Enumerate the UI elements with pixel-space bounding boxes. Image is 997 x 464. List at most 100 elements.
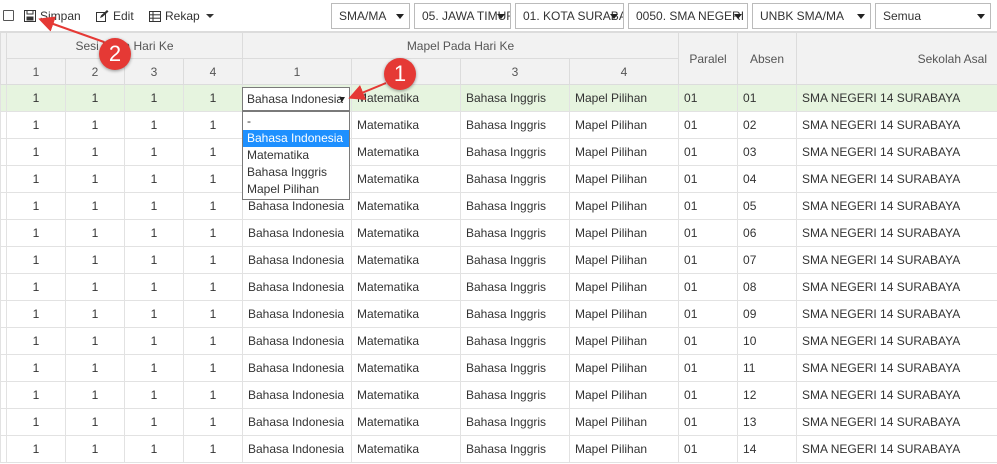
absen-cell[interactable]: 03 <box>737 138 798 166</box>
sesi-cell[interactable]: 1 <box>124 165 184 193</box>
mapel-cell[interactable]: Matematika <box>351 381 461 409</box>
absen-cell[interactable]: 06 <box>737 219 798 247</box>
mapel-cell[interactable]: Bahasa Inggris <box>460 192 570 220</box>
absen-cell[interactable]: 11 <box>737 354 798 382</box>
mapel-cell[interactable]: Bahasa Indonesia <box>242 381 352 409</box>
sesi-cell[interactable]: 1 <box>124 300 184 328</box>
table-row[interactable]: 1111Bahasa IndonesiaMatematikaBahasa Ing… <box>0 138 997 166</box>
mapel-cell[interactable]: Bahasa Inggris <box>460 165 570 193</box>
mapel-cell[interactable]: Bahasa Indonesia <box>242 246 352 274</box>
sesi-cell[interactable]: 1 <box>6 165 66 193</box>
sesi-cell[interactable]: 1 <box>6 327 66 355</box>
mapel-cell[interactable]: Matematika <box>351 138 461 166</box>
sesi-cell[interactable]: 1 <box>124 354 184 382</box>
sesi-cell[interactable]: 1 <box>65 165 125 193</box>
sesi-cell[interactable]: 1 <box>6 192 66 220</box>
mapel-cell[interactable]: Mapel Pilihan <box>568 354 680 382</box>
mapel-cell[interactable]: Bahasa Inggris <box>460 84 570 112</box>
paralel-cell[interactable]: 01 <box>678 354 739 382</box>
paralel-cell[interactable]: 01 <box>678 300 739 328</box>
absen-header[interactable]: Absen <box>737 32 798 85</box>
sesi-cell[interactable]: 1 <box>183 327 243 355</box>
mapel-cell[interactable]: Mapel Pilihan <box>568 435 680 463</box>
sesi-cell[interactable]: 1 <box>6 111 66 139</box>
sesi-cell[interactable]: 1 <box>183 192 243 220</box>
sesi-cell[interactable]: 1 <box>124 381 184 409</box>
mapel-cell[interactable]: Mapel Pilihan <box>568 84 680 112</box>
sesi-cell[interactable]: 1 <box>124 435 184 463</box>
mapel-cell[interactable]: Mapel Pilihan <box>568 300 680 328</box>
sekolah-cell[interactable]: SMA NEGERI 14 SURABAYA <box>796 111 997 139</box>
table-row[interactable]: 1111Bahasa IndonesiaMatematikaBahasa Ing… <box>0 381 997 409</box>
sesi-cell[interactable]: 1 <box>124 408 184 436</box>
sekolah-cell[interactable]: SMA NEGERI 14 SURABAYA <box>796 327 997 355</box>
table-row[interactable]: 1111Bahasa IndonesiaMatematikaBahasa Ing… <box>0 408 997 436</box>
sesi-cell[interactable]: 1 <box>65 192 125 220</box>
paralel-cell[interactable]: 01 <box>678 327 739 355</box>
paralel-cell[interactable]: 01 <box>678 165 739 193</box>
mapel-cell[interactable]: Matematika <box>351 327 461 355</box>
sesi-cell[interactable]: 1 <box>124 327 184 355</box>
table-row[interactable]: 1111Bahasa IndonesiaMatematikaBahasa Ing… <box>0 327 997 355</box>
mapel-cell[interactable]: Mapel Pilihan <box>568 111 680 139</box>
mapel-cell[interactable]: Matematika <box>351 435 461 463</box>
mapel-cell[interactable]: Bahasa Inggris <box>460 435 570 463</box>
mapel-cell[interactable]: Mapel Pilihan <box>568 381 680 409</box>
filter-sekolah-select[interactable]: 0050. SMA NEGERI 14 SURABAYA <box>628 3 748 29</box>
sekolah-cell[interactable]: SMA NEGERI 14 SURABAYA <box>796 354 997 382</box>
sesi-cell[interactable]: 1 <box>183 111 243 139</box>
mapel-option[interactable]: Bahasa Indonesia <box>243 130 349 147</box>
mapel-option[interactable]: Mapel Pilihan <box>243 181 349 198</box>
sekolah-cell[interactable]: SMA NEGERI 14 SURABAYA <box>796 84 997 112</box>
mapel-option[interactable]: Bahasa Inggris <box>243 164 349 181</box>
absen-cell[interactable]: 07 <box>737 246 798 274</box>
table-row[interactable]: 1111Bahasa IndonesiaMatematikaBahasa Ing… <box>0 435 997 463</box>
absen-cell[interactable]: 01 <box>737 84 798 112</box>
sekolah-cell[interactable]: SMA NEGERI 14 SURABAYA <box>796 165 997 193</box>
sesi-cell[interactable]: 1 <box>183 84 243 112</box>
save-button[interactable]: Simpan <box>24 8 81 24</box>
mapel-cell[interactable]: Bahasa Inggris <box>460 408 570 436</box>
filter-status-select[interactable]: Semua <box>875 3 991 29</box>
mapel-cell[interactable]: Mapel Pilihan <box>568 408 680 436</box>
mapel-cell[interactable]: Bahasa Indonesia <box>242 219 352 247</box>
mapel-cell[interactable]: Bahasa Indonesia <box>242 327 352 355</box>
paralel-header[interactable]: Paralel <box>678 32 739 85</box>
sesi-cell[interactable]: 1 <box>124 246 184 274</box>
sesi-cell[interactable]: 1 <box>183 435 243 463</box>
paralel-cell[interactable]: 01 <box>678 219 739 247</box>
sesi-cell[interactable]: 1 <box>65 273 125 301</box>
sesi-cell[interactable]: 1 <box>65 408 125 436</box>
paralel-cell[interactable]: 01 <box>678 381 739 409</box>
table-row[interactable]: 1111Bahasa IndonesiaMatematikaBahasa Ing… <box>0 111 997 139</box>
paralel-cell[interactable]: 01 <box>678 84 739 112</box>
paralel-cell[interactable]: 01 <box>678 111 739 139</box>
mapel-cell[interactable]: Bahasa Indonesia <box>242 273 352 301</box>
filter-ujian-select[interactable]: UNBK SMA/MA <box>752 3 871 29</box>
mapel-cell[interactable]: Bahasa Inggris <box>460 219 570 247</box>
sekolah-cell[interactable]: SMA NEGERI 14 SURABAYA <box>796 273 997 301</box>
sesi-cell[interactable]: 1 <box>65 327 125 355</box>
mapel-cell[interactable]: Matematika <box>351 300 461 328</box>
paralel-cell[interactable]: 01 <box>678 138 739 166</box>
table-row[interactable]: 1111Bahasa IndonesiaMatematikaBahasa Ing… <box>0 246 997 274</box>
absen-cell[interactable]: 09 <box>737 300 798 328</box>
sesi-cell[interactable]: 1 <box>183 165 243 193</box>
sesi-cell[interactable]: 1 <box>65 381 125 409</box>
filter-provinsi-select[interactable]: 05. JAWA TIMUR <box>414 3 511 29</box>
mapel-cell[interactable]: Bahasa Indonesia <box>242 435 352 463</box>
mapel-cell[interactable]: Matematika <box>351 408 461 436</box>
sesi-cell[interactable]: 1 <box>6 246 66 274</box>
mapel-cell[interactable]: Bahasa Inggris <box>460 354 570 382</box>
mapel-cell[interactable]: Matematika <box>351 111 461 139</box>
table-row[interactable]: 1111Bahasa IndonesiaMatematikaBahasa Ing… <box>0 273 997 301</box>
table-row[interactable]: 1111Bahasa IndonesiaMatematikaBahasa Ing… <box>0 192 997 220</box>
mapel-cell[interactable]: Matematika <box>351 219 461 247</box>
select-all-checkbox[interactable] <box>3 10 14 21</box>
edit-button[interactable]: Edit <box>96 8 134 24</box>
paralel-cell[interactable]: 01 <box>678 408 739 436</box>
mapel-cell[interactable]: Matematika <box>351 273 461 301</box>
mapel-cell[interactable]: Mapel Pilihan <box>568 219 680 247</box>
mapel-cell[interactable]: Mapel Pilihan <box>568 273 680 301</box>
sesi-cell[interactable]: 1 <box>6 381 66 409</box>
